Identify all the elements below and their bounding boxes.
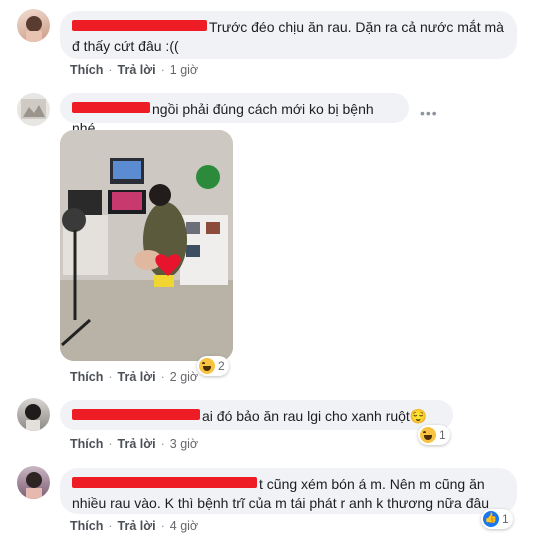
comment-text: ai đó bảo ăn rau lgi cho xanh ruột😌: [202, 408, 428, 424]
timestamp[interactable]: 1 giờ: [170, 63, 198, 77]
like-icon: 👍: [483, 511, 499, 527]
reply-link[interactable]: Trả lời: [118, 370, 156, 384]
like-link[interactable]: Thích: [70, 370, 103, 384]
reply-link[interactable]: Trả lời: [118, 519, 156, 533]
timestamp[interactable]: 2 giờ: [170, 370, 198, 384]
user-photo-icon: [26, 472, 42, 499]
user-photo-icon: [26, 16, 42, 42]
photo-scene: [60, 130, 233, 361]
reply-link[interactable]: Trả lời: [118, 63, 156, 77]
redacted-name[interactable]: [72, 409, 200, 420]
reaction-summary[interactable]: 2: [197, 356, 229, 376]
avatar[interactable]: [17, 9, 50, 42]
avatar[interactable]: [17, 466, 50, 499]
comment-bubble: Trước đéo chịu ăn rau. Dặn ra cả nước mắ…: [60, 11, 517, 59]
comment-actions: Thích · Trả lời · 2 giờ: [70, 370, 199, 384]
redacted-name[interactable]: [72, 102, 150, 113]
comment-actions: Thích · Trả lời · 1 giờ: [70, 63, 199, 77]
timestamp[interactable]: 4 giờ: [170, 519, 198, 533]
comment-actions: Thích · Trả lời · 3 giờ: [70, 437, 199, 451]
timestamp[interactable]: 3 giờ: [170, 437, 198, 451]
comment-bubble: ai đó bảo ăn rau lgi cho xanh ruột😌: [60, 400, 453, 430]
like-link[interactable]: Thích: [70, 519, 103, 533]
haha-icon: [199, 358, 215, 374]
redacted-name[interactable]: [72, 477, 257, 488]
haha-icon: [420, 427, 436, 443]
attached-photo[interactable]: [60, 130, 233, 361]
user-photo-icon: [21, 99, 46, 119]
comment-actions: Thích · Trả lời · 4 giờ: [70, 519, 199, 533]
avatar[interactable]: [17, 398, 50, 431]
reaction-summary[interactable]: 1: [418, 425, 450, 445]
like-link[interactable]: Thích: [70, 437, 103, 451]
avatar[interactable]: [17, 93, 50, 126]
like-link[interactable]: Thích: [70, 63, 103, 77]
reply-link[interactable]: Trả lời: [118, 437, 156, 451]
user-photo-icon: [25, 404, 41, 431]
more-options-icon[interactable]: •••: [420, 105, 438, 121]
comment-bubble: t cũng xém bón á m. Nên m cũng ăn nhiều …: [60, 468, 517, 514]
redacted-name[interactable]: [72, 20, 207, 31]
comment-bubble: ngồi phải đúng cách mới ko bị bệnh nhé: [60, 93, 409, 136]
reaction-summary[interactable]: 👍 1: [481, 509, 513, 529]
